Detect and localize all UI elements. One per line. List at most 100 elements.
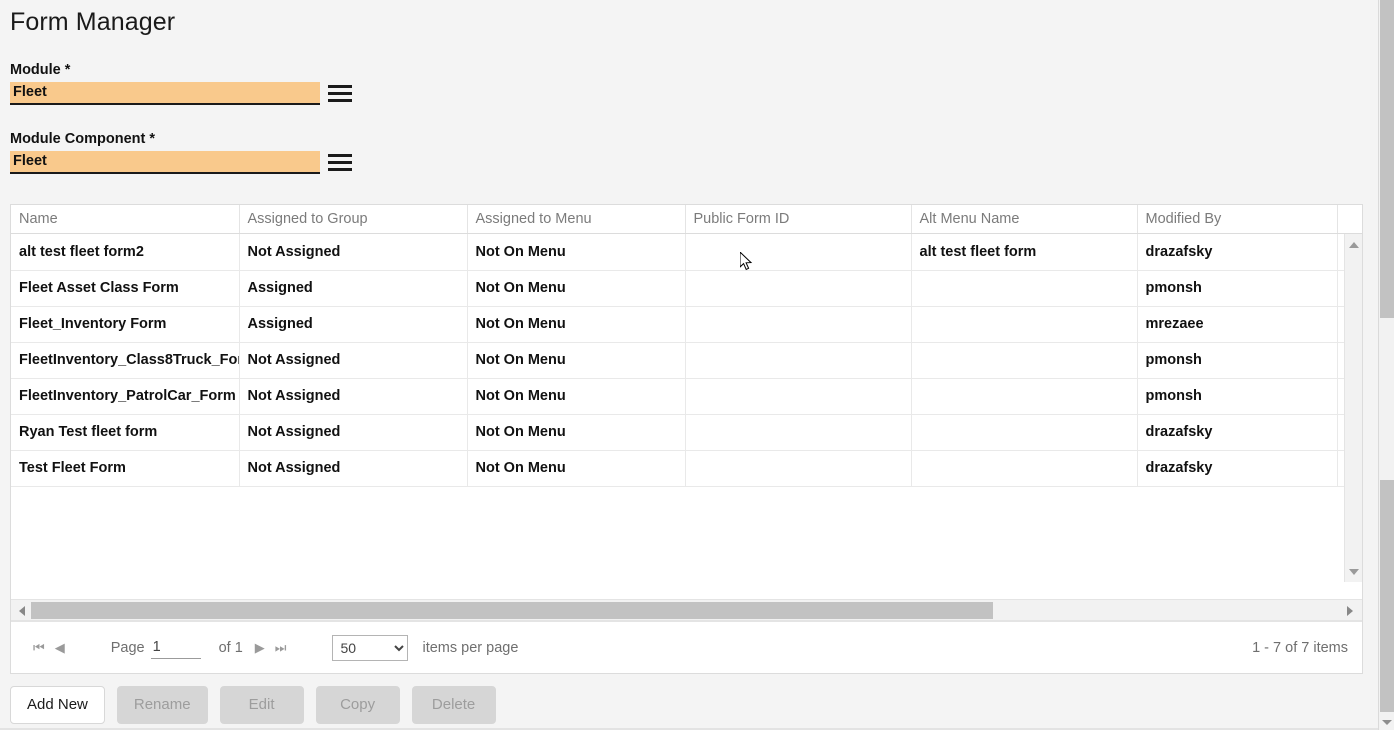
grid-horizontal-scrollbar[interactable] [11, 599, 1362, 621]
delete-button: Delete [411, 686, 496, 724]
cell-name: FleetInventory_Class8Truck_Form [11, 342, 240, 379]
item-count-label: 1 - 7 of 7 items [1252, 639, 1348, 656]
go-to-last-page-icon[interactable]: ⏭ [275, 641, 287, 654]
module-field-block: Module * [10, 62, 352, 105]
cell-public_id [685, 450, 912, 487]
column-header-name[interactable]: Name [11, 205, 240, 233]
cell-name: Fleet_Inventory Form [11, 306, 240, 343]
cell-menu: Not On Menu [467, 234, 686, 271]
cell-public_id [685, 306, 912, 343]
module-component-input[interactable] [10, 151, 320, 174]
cell-group: Not Assigned [239, 234, 468, 271]
table-row[interactable]: Test Fleet Form Not Assigned Not On Menu dr… [11, 450, 1352, 487]
browser-scrollbar-thumb-upper[interactable] [1380, 0, 1394, 318]
table-row[interactable]: Fleet_Inventory Form Assigned Not On Menu m… [11, 306, 1352, 343]
table-row[interactable]: Fleet Asset Class Form Assigned Not On Men… [11, 270, 1352, 307]
browser-vertical-scrollbar[interactable] [1378, 0, 1394, 730]
scroll-down-arrow-icon[interactable] [1345, 563, 1362, 580]
cell-name: FleetInventory_PatrolCar_Form [11, 378, 240, 415]
cell-modified: pmonsh [1137, 378, 1338, 415]
column-header-spacer [1337, 205, 1352, 233]
grid-pager: ⏮ ◀ Page of 1 ▶ ⏭ 102050100 items per pa… [11, 621, 1362, 673]
cell-modified: drazafsky [1137, 234, 1338, 271]
copy-button: Copy [315, 686, 400, 724]
page-total-label: of 1 [218, 639, 243, 656]
grid-body: alt test fleet form2 Not Assigned Not On M… [11, 234, 1362, 582]
add-new-button[interactable]: Add New [10, 686, 105, 724]
cell-menu: Not On Menu [467, 270, 686, 307]
module-input[interactable] [10, 82, 320, 105]
cell-group: Assigned [239, 306, 468, 343]
module-label: Module * [10, 62, 71, 78]
module-component-label: Module Component * [10, 131, 155, 147]
cell-name: Test Fleet Form [11, 450, 240, 487]
module-component-field-row [10, 151, 352, 174]
cell-menu: Not On Menu [467, 414, 686, 451]
cell-group: Not Assigned [239, 450, 468, 487]
cell-name: Ryan Test fleet form [11, 414, 240, 451]
cell-group: Not Assigned [239, 414, 468, 451]
module-field-row [10, 82, 352, 105]
scroll-up-arrow-icon[interactable] [1345, 236, 1362, 253]
cell-name: Fleet Asset Class Form [11, 270, 240, 307]
cell-public_id [685, 234, 912, 271]
scroll-left-arrow-icon[interactable] [13, 600, 30, 621]
cell-modified: drazafsky [1137, 450, 1338, 487]
forms-grid: Name Assigned to Group Assigned to Menu … [10, 204, 1363, 674]
items-per-page-label: items per page [422, 639, 519, 656]
cell-alt_menu [911, 270, 1138, 307]
cell-modified: pmonsh [1137, 342, 1338, 379]
rename-button: Rename [116, 686, 208, 724]
cell-menu: Not On Menu [467, 378, 686, 415]
cell-public_id [685, 378, 912, 415]
table-row[interactable]: Ryan Test fleet form Not Assigned Not On M… [11, 414, 1352, 451]
edit-button: Edit [219, 686, 304, 724]
page-size-select[interactable]: 102050100 [332, 634, 409, 661]
scroll-right-arrow-icon[interactable] [1341, 600, 1358, 621]
module-component-picker-hamburger-icon[interactable] [328, 152, 352, 174]
column-header-group[interactable]: Assigned to Group [239, 205, 468, 233]
grid-header-row: Name Assigned to Group Assigned to Menu … [11, 205, 1352, 233]
column-header-alt-menu[interactable]: Alt Menu Name [911, 205, 1138, 233]
cell-menu: Not On Menu [467, 342, 686, 379]
cell-alt_menu [911, 342, 1138, 379]
cell-name: alt test fleet form2 [11, 234, 240, 271]
browser-scrollbar-thumb-lower[interactable] [1380, 480, 1394, 712]
cell-alt_menu: alt test fleet form [911, 234, 1138, 271]
cell-group: Assigned [239, 270, 468, 307]
cell-alt_menu [911, 414, 1138, 451]
column-header-menu[interactable]: Assigned to Menu [467, 205, 686, 233]
grid-header: Name Assigned to Group Assigned to Menu … [11, 205, 1362, 234]
horizontal-scrollbar-thumb[interactable] [31, 602, 993, 619]
cell-alt_menu [911, 450, 1138, 487]
cell-menu: Not On Menu [467, 450, 686, 487]
page-title: Form Manager [10, 8, 176, 36]
table-row[interactable]: FleetInventory_Class8Truck_Form Not Assig… [11, 342, 1352, 379]
cell-modified: drazafsky [1137, 414, 1338, 451]
column-header-public-id[interactable]: Public Form ID [685, 205, 912, 233]
page-label: Page [110, 639, 145, 656]
cell-modified: pmonsh [1137, 270, 1338, 307]
cell-group: Not Assigned [239, 342, 468, 379]
browser-scroll-down-arrow-icon[interactable] [1379, 714, 1394, 730]
grid-vertical-scrollbar[interactable] [1344, 234, 1362, 582]
cell-alt_menu [911, 378, 1138, 415]
cell-group: Not Assigned [239, 378, 468, 415]
cell-alt_menu [911, 306, 1138, 343]
cell-modified: mrezaee [1137, 306, 1338, 343]
go-to-previous-page-icon[interactable]: ◀ [55, 641, 65, 654]
table-row[interactable]: alt test fleet form2 Not Assigned Not On M… [11, 234, 1352, 271]
form-manager-page: Form Manager Module * Module Component * [0, 0, 1394, 730]
table-row[interactable]: FleetInventory_PatrolCar_Form Not Assigne… [11, 378, 1352, 415]
cell-menu: Not On Menu [467, 306, 686, 343]
cell-public_id [685, 414, 912, 451]
cell-public_id [685, 270, 912, 307]
page-number-input[interactable] [150, 636, 201, 659]
module-picker-hamburger-icon[interactable] [328, 83, 352, 105]
go-to-first-page-icon[interactable]: ⏮ [33, 641, 45, 654]
action-button-bar: Add New Rename Edit Copy Delete [10, 686, 496, 724]
module-component-field-block: Module Component * [10, 131, 352, 174]
go-to-next-page-icon[interactable]: ▶ [255, 641, 265, 654]
cell-public_id [685, 342, 912, 379]
column-header-modified[interactable]: Modified By [1137, 205, 1338, 233]
